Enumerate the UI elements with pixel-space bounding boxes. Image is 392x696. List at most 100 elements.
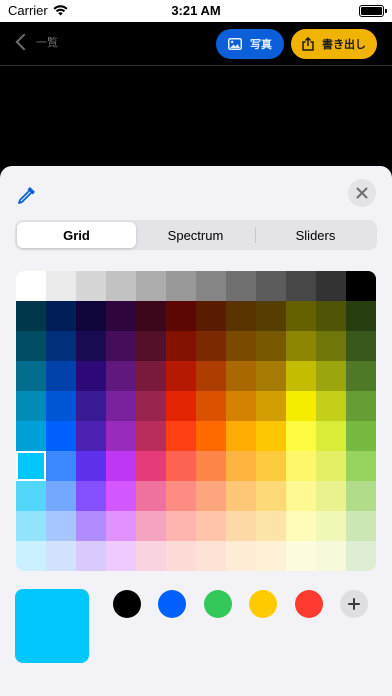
color-grid-cell[interactable]: [76, 361, 106, 391]
color-grid-cell[interactable]: [316, 331, 346, 361]
color-grid-cell[interactable]: [226, 301, 256, 331]
color-grid-cell[interactable]: [286, 301, 316, 331]
color-grid-cell[interactable]: [256, 361, 286, 391]
recent-color-swatch[interactable]: [204, 590, 232, 618]
color-grid-cell[interactable]: [46, 421, 76, 451]
color-grid-cell[interactable]: [136, 541, 166, 571]
color-grid-cell[interactable]: [46, 511, 76, 541]
color-grid-cell[interactable]: [76, 421, 106, 451]
color-grid-cell[interactable]: [76, 451, 106, 481]
color-grid-cell[interactable]: [286, 541, 316, 571]
color-grid-cell[interactable]: [106, 481, 136, 511]
recent-color-swatch[interactable]: [295, 590, 323, 618]
recent-color-swatch[interactable]: [249, 590, 277, 618]
color-grid-cell[interactable]: [226, 331, 256, 361]
color-grid-cell[interactable]: [16, 421, 46, 451]
recent-color-swatch[interactable]: [113, 590, 141, 618]
color-grid-cell[interactable]: [76, 301, 106, 331]
color-grid-cell[interactable]: [166, 451, 196, 481]
color-grid-cell[interactable]: [136, 331, 166, 361]
color-grid-cell[interactable]: [46, 541, 76, 571]
tab-sliders[interactable]: Sliders: [256, 222, 375, 248]
color-grid-cell[interactable]: [16, 391, 46, 421]
color-grid-cell[interactable]: [106, 451, 136, 481]
color-grid-cell[interactable]: [226, 511, 256, 541]
color-grid-cell[interactable]: [256, 511, 286, 541]
color-grid-cell[interactable]: [316, 301, 346, 331]
color-grid-cell[interactable]: [46, 331, 76, 361]
color-grid-cell[interactable]: [316, 541, 346, 571]
color-grid-cell[interactable]: [136, 391, 166, 421]
color-grid-cell[interactable]: [16, 541, 46, 571]
add-color-button[interactable]: [340, 590, 368, 618]
color-grid-cell[interactable]: [316, 391, 346, 421]
color-grid-cell[interactable]: [226, 451, 256, 481]
color-grid-cell[interactable]: [196, 331, 226, 361]
color-grid-cell[interactable]: [166, 511, 196, 541]
color-grid-cell[interactable]: [166, 331, 196, 361]
color-grid-cell[interactable]: [286, 271, 316, 301]
color-grid-cell[interactable]: [226, 361, 256, 391]
color-grid-cell[interactable]: [136, 361, 166, 391]
color-grid-cell[interactable]: [346, 451, 376, 481]
color-grid-cell[interactable]: [106, 331, 136, 361]
color-grid-cell[interactable]: [286, 511, 316, 541]
color-grid-cell[interactable]: [286, 481, 316, 511]
color-grid-cell[interactable]: [136, 481, 166, 511]
color-grid-cell[interactable]: [166, 301, 196, 331]
color-grid-cell[interactable]: [286, 361, 316, 391]
color-grid-cell[interactable]: [166, 541, 196, 571]
color-grid-cell[interactable]: [256, 301, 286, 331]
eyedropper-button[interactable]: [16, 184, 38, 206]
color-grid-cell[interactable]: [76, 541, 106, 571]
color-grid-cell[interactable]: [256, 331, 286, 361]
export-button[interactable]: 書き出し: [291, 29, 377, 59]
color-grid-cell[interactable]: [346, 331, 376, 361]
color-grid-cell[interactable]: [256, 481, 286, 511]
color-grid-cell[interactable]: [76, 511, 106, 541]
color-grid-cell[interactable]: [16, 451, 46, 481]
color-grid-cell[interactable]: [106, 391, 136, 421]
color-grid-cell[interactable]: [196, 271, 226, 301]
color-grid-cell[interactable]: [46, 391, 76, 421]
color-grid-cell[interactable]: [346, 541, 376, 571]
color-grid-cell[interactable]: [196, 451, 226, 481]
color-grid-cell[interactable]: [76, 271, 106, 301]
color-grid-cell[interactable]: [196, 391, 226, 421]
color-grid-cell[interactable]: [316, 361, 346, 391]
color-grid-cell[interactable]: [196, 301, 226, 331]
color-grid-cell[interactable]: [196, 481, 226, 511]
color-grid-cell[interactable]: [316, 511, 346, 541]
recent-color-swatch[interactable]: [158, 590, 186, 618]
color-grid-cell[interactable]: [106, 541, 136, 571]
color-grid-cell[interactable]: [286, 421, 316, 451]
color-grid-cell[interactable]: [256, 421, 286, 451]
color-grid-cell[interactable]: [16, 481, 46, 511]
color-grid-cell[interactable]: [346, 361, 376, 391]
color-grid-cell[interactable]: [16, 361, 46, 391]
color-grid-cell[interactable]: [346, 511, 376, 541]
color-grid-cell[interactable]: [346, 481, 376, 511]
color-grid-cell[interactable]: [106, 421, 136, 451]
color-grid-cell[interactable]: [106, 361, 136, 391]
tab-grid[interactable]: Grid: [17, 222, 136, 248]
color-grid-cell[interactable]: [226, 421, 256, 451]
color-grid-cell[interactable]: [106, 511, 136, 541]
color-grid-cell[interactable]: [196, 421, 226, 451]
color-grid-cell[interactable]: [226, 541, 256, 571]
color-grid-cell[interactable]: [16, 271, 46, 301]
color-grid-cell[interactable]: [196, 541, 226, 571]
color-grid-cell[interactable]: [106, 271, 136, 301]
color-grid-cell[interactable]: [16, 301, 46, 331]
color-grid-cell[interactable]: [46, 481, 76, 511]
color-grid-cell[interactable]: [346, 301, 376, 331]
color-grid-cell[interactable]: [256, 271, 286, 301]
color-grid-cell[interactable]: [166, 481, 196, 511]
color-grid-cell[interactable]: [346, 271, 376, 301]
color-grid-cell[interactable]: [76, 331, 106, 361]
color-grid-cell[interactable]: [316, 481, 346, 511]
color-grid-cell[interactable]: [46, 361, 76, 391]
color-grid-cell[interactable]: [136, 421, 166, 451]
color-grid-cell[interactable]: [46, 451, 76, 481]
color-grid-cell[interactable]: [286, 331, 316, 361]
